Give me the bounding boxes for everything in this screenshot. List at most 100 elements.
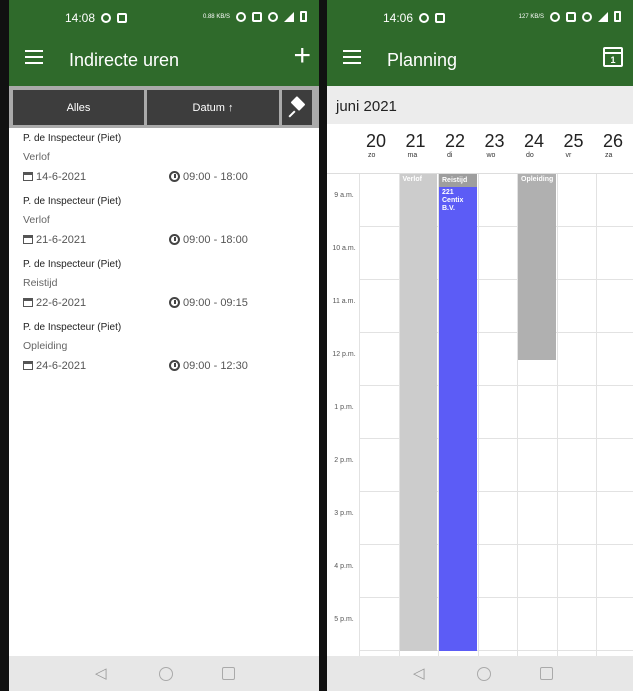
entry-name: P. de Inspecteur (Piet) — [23, 322, 122, 333]
today-calendar-icon[interactable]: 1 — [603, 47, 623, 67]
day-header-vr[interactable]: 25 vr — [558, 130, 596, 160]
list-item[interactable]: P. de Inspecteur (Piet) Reistijd 22-6-20… — [23, 257, 305, 320]
clock-icon — [169, 171, 180, 182]
calendar-icon — [23, 298, 33, 307]
status-icons: 127 KB/S — [519, 11, 621, 22]
entry-end: 18:00 — [220, 171, 248, 183]
status-time-group: 14:08 — [65, 11, 128, 25]
hour-label: 5 p.m. — [334, 616, 354, 623]
day-number: 24 — [524, 131, 545, 151]
calendar-event[interactable]: Reistijd — [439, 174, 477, 188]
entry-start: 09:00 — [183, 234, 211, 246]
entry-type: Verlof — [23, 151, 50, 163]
hour-label: 9 a.m. — [334, 192, 354, 199]
entry-list: P. de Inspecteur (Piet) Verlof 14-6-2021… — [9, 128, 319, 383]
entry-end: 18:00 — [220, 234, 248, 246]
day-abbr: do — [526, 152, 534, 159]
eye-icon — [419, 13, 430, 23]
eye-icon — [101, 13, 112, 23]
recents-icon[interactable] — [222, 667, 235, 680]
day-header-za[interactable]: 26 za — [597, 130, 633, 160]
entry-type: Opleiding — [23, 340, 68, 352]
calendar-event[interactable]: Opleiding — [518, 174, 556, 360]
back-icon[interactable]: ◁ — [413, 664, 425, 682]
entry-name: P. de Inspecteur (Piet) — [23, 259, 122, 270]
entry-end: 09:15 — [220, 297, 248, 309]
clock-icon — [169, 234, 180, 245]
today-day: 1 — [610, 55, 616, 65]
calendar-icon — [23, 235, 33, 244]
signal-icon — [598, 11, 608, 22]
add-button[interactable]: + — [293, 41, 311, 71]
alarm-icon — [550, 11, 560, 22]
status-bar: 14:06 127 KB/S — [327, 0, 633, 36]
list-item[interactable]: P. de Inspecteur (Piet) Verlof 14-6-2021… — [23, 131, 305, 194]
hour-label: 1 p.m. — [334, 404, 354, 411]
week-grid[interactable]: 9 a.m. 10 a.m. 11 a.m. 12 p.m. 1 p.m. 2 p.m. 3… — [327, 174, 633, 658]
entry-start: 09:00 — [183, 360, 211, 372]
day-number: 25 — [563, 131, 584, 151]
hour-label: 12 p.m. — [332, 351, 356, 358]
menu-icon[interactable] — [343, 50, 361, 64]
calendar-icon — [23, 172, 33, 181]
day-header-zo[interactable]: 20 zo — [360, 130, 398, 160]
indirect-hours-screen: 14:08 0.88 KB/S Indirecte uren + Alles D… — [9, 0, 319, 691]
entry-date: 24-6-2021 — [36, 360, 87, 372]
sort-bar: Alles Datum ↑ — [9, 86, 319, 128]
menu-icon[interactable] — [25, 50, 43, 64]
calendar-event[interactable]: Verlof — [399, 174, 437, 651]
day-abbr: di — [447, 152, 453, 159]
day-abbr: zo — [368, 152, 376, 159]
day-header-wo[interactable]: 23 wo — [479, 130, 517, 160]
pin-button[interactable] — [282, 90, 312, 125]
day-number: 22 — [445, 131, 466, 151]
day-column-divider — [359, 174, 360, 658]
day-number: 26 — [603, 131, 624, 151]
day-header-di[interactable]: 22 di — [439, 130, 477, 160]
day-header-row: 20 zo 21 ma 22 di 23 wo 24 do 25 vr 26 za — [327, 124, 633, 174]
home-icon[interactable] — [477, 667, 491, 681]
system-nav-bar: ◁ — [327, 656, 633, 691]
battery-icon — [614, 11, 621, 22]
day-number: 21 — [405, 131, 426, 151]
alarm-icon — [236, 11, 246, 22]
list-item[interactable]: P. de Inspecteur (Piet) Opleiding 24-6-2… — [23, 320, 305, 383]
back-icon[interactable]: ◁ — [95, 664, 107, 682]
entry-start: 09:00 — [183, 171, 211, 183]
planning-screen: 14:06 127 KB/S Planning 1 juni 2021 20 zo… — [327, 0, 633, 691]
entry-type: Reistijd — [23, 277, 58, 289]
status-time-group: 14:06 — [383, 11, 446, 25]
day-abbr: wo — [486, 152, 496, 159]
entry-start: 09:00 — [183, 297, 211, 309]
hour-label: 11 a.m. — [332, 298, 356, 305]
pin-icon — [290, 96, 306, 111]
day-number: 23 — [484, 131, 505, 151]
filter-all-button[interactable]: Alles — [13, 90, 144, 125]
entry-date: 21-6-2021 — [36, 234, 87, 246]
signal-icon — [284, 11, 294, 22]
recents-icon[interactable] — [540, 667, 553, 680]
nfc-icon — [566, 11, 576, 22]
calendar-event[interactable]: 221 Centix B.V. — [439, 187, 477, 651]
home-icon[interactable] — [159, 667, 173, 681]
day-header-ma[interactable]: 21 ma — [400, 130, 438, 160]
day-abbr: vr — [565, 152, 572, 159]
day-header-do[interactable]: 24 do — [518, 130, 556, 160]
entry-date: 14-6-2021 — [36, 171, 87, 183]
status-time: 14:08 — [65, 11, 96, 25]
entry-date: 22-6-2021 — [36, 297, 87, 309]
day-number: 20 — [366, 131, 387, 151]
status-time: 14:06 — [383, 11, 414, 25]
app-bar: Indirecte uren + — [9, 36, 319, 86]
notification-icon — [435, 13, 446, 23]
network-speed: 127 KB/S — [518, 13, 544, 20]
list-item[interactable]: P. de Inspecteur (Piet) Verlof 21-6-2021… — [23, 194, 305, 257]
day-abbr: ma — [407, 152, 418, 159]
calendar-icon — [23, 361, 33, 370]
status-icons: 0.88 KB/S — [203, 11, 307, 22]
entry-end: 12:30 — [220, 360, 248, 372]
day-column-divider — [596, 174, 597, 658]
sort-date-button[interactable]: Datum ↑ — [147, 90, 279, 125]
hour-label: 10 a.m. — [332, 245, 356, 252]
do-not-disturb-icon — [582, 11, 592, 22]
